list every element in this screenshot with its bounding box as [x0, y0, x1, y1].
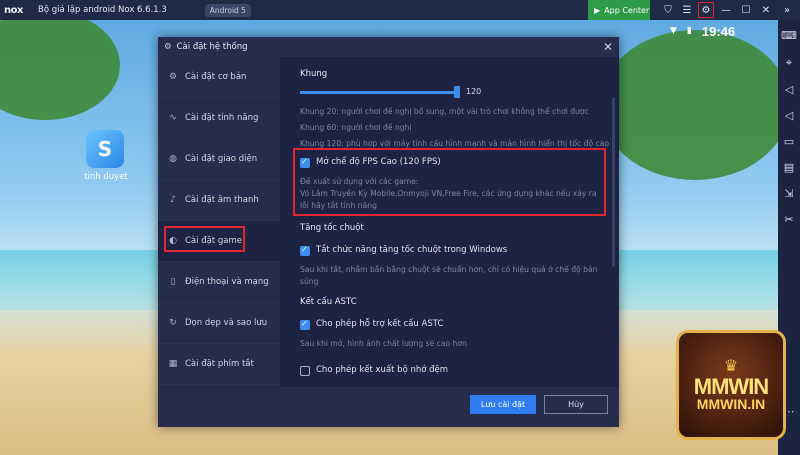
android-version-badge: Android 5 [204, 3, 251, 17]
nox-logo: nox [4, 4, 23, 16]
mouse-desc-1: Sau khi tắt, nhắm bắn bằng chuột sẽ chuẩ… [300, 265, 598, 274]
maximize-icon[interactable]: ☐ [738, 2, 754, 18]
minimize-icon[interactable]: — [718, 2, 734, 18]
astc-section-title: Kết cấu ASTC [300, 297, 357, 307]
cache-checkbox[interactable] [300, 366, 310, 376]
mmwin-logo: ♛ MMWIN MMWIN.IN [676, 330, 786, 440]
keyboard-icon: ▦ [168, 359, 178, 369]
astc-label: Cho phép hỗ trợ kết cấu ASTC [316, 319, 444, 329]
nav-item-5[interactable]: ◐ Cài đặt game [158, 221, 280, 262]
nav-item-label: Cài đặt giao diện [185, 154, 258, 164]
mouse-accel-label: Tắt chức năng tăng tốc chuột trong Windo… [316, 245, 508, 255]
astc-checkbox[interactable] [300, 319, 310, 330]
frame-slider-track[interactable] [300, 91, 455, 94]
frame-section-title: Khung [300, 69, 328, 79]
battery-icon: ▮ [686, 26, 692, 36]
nav-item-2[interactable]: ∿ Cài đặt tính năng [158, 98, 280, 139]
cache-label: Cho phép kết xuất bộ nhớ đệm [316, 365, 449, 375]
fps-desc-3: lỗi hãy tắt tính năng [300, 201, 377, 210]
nav-item-label: Cài đặt game [185, 236, 242, 246]
mmwin-logo-subtext: MMWIN.IN [696, 396, 766, 412]
nav-item-4[interactable]: ♪ Cài đặt âm thanh [158, 180, 280, 221]
nav-item-label: Cài đặt tính năng [185, 113, 259, 123]
play-icon: ▶ [594, 5, 601, 15]
status-clock: 19:46 [701, 23, 736, 39]
menu-icon[interactable]: ☰ [679, 2, 695, 18]
mouse-desc-2: súng [300, 277, 319, 286]
android-status-bar: ▼ ▮ 19:46 [670, 22, 735, 40]
frame-slider-thumb[interactable] [454, 86, 460, 98]
astc-desc: Sau khi mở, hình ảnh chất lượng sẽ cao h… [300, 339, 467, 348]
frame-desc-20: Khung 20: người chơi đề nghị bổ sung, mộ… [300, 107, 589, 116]
frame-desc-120: Khung 120: phù hợp với máy tính cấu hình… [300, 139, 610, 148]
nav-item-7[interactable]: ↻ Dọn dẹp và sao lưu [158, 303, 280, 344]
volume-up-icon[interactable]: ◁ [778, 78, 800, 100]
fps-checkbox[interactable] [300, 157, 310, 168]
dialog-header: ⚙ Cài đặt hệ thống ✕ [158, 37, 619, 58]
nav-item-3[interactable]: ◍ Cài đặt giao diện [158, 139, 280, 180]
dialog-close-icon[interactable]: ✕ [603, 40, 613, 54]
location-icon[interactable]: ⌖ [778, 52, 800, 74]
app-label: tinh duyet [84, 172, 128, 182]
screen-icon[interactable]: ▭ [778, 130, 800, 152]
cleanup-icon: ↻ [169, 318, 177, 328]
apk-install-icon[interactable]: ▤ [778, 156, 800, 178]
mouse-section-title: Tăng tốc chuột [300, 223, 364, 233]
keyboard-icon[interactable]: ⌨ [778, 24, 800, 46]
pulse-icon: ∿ [169, 113, 177, 123]
nav-item-label: Cài đặt phím tắt [185, 359, 254, 369]
scissors-icon[interactable]: ✂ [778, 208, 800, 230]
close-icon[interactable]: ✕ [758, 2, 774, 18]
palm-leaves-right [600, 30, 790, 180]
settings-icon: ⚙ [164, 42, 172, 52]
palette-icon: ◍ [169, 154, 177, 164]
speaker-icon: ♪ [170, 195, 176, 205]
fps-label: Mở chế độ FPS Cao (120 FPS) [316, 157, 441, 167]
app-center-button[interactable]: ▶ App Center [588, 0, 650, 20]
palm-leaves-left [0, 10, 120, 120]
save-settings-button[interactable]: Lưu cài đặt [470, 395, 536, 414]
phone-icon: ▯ [170, 277, 176, 287]
fps-desc-1: Đề xuất sử dụng với các game: [300, 177, 419, 186]
settings-gear-icon[interactable]: ⚙ [698, 2, 714, 18]
crown-icon: ♛ [723, 356, 739, 375]
nav-item-label: Cài đặt cơ bản [185, 72, 247, 82]
settings-dialog: ⚙ Cài đặt hệ thống ✕ ⚙ Cài đặt cơ bản ∿ Cài… [158, 37, 619, 427]
game-settings-panel: Khung 120 Khung 20: người chơi đề nghị b… [280, 57, 619, 387]
fps-desc-2: Võ Lâm Truyền Kỳ Mobile,Onmyoji VN,Free … [300, 189, 597, 198]
settings-nav: ⚙ Cài đặt cơ bản ∿ Cài đặt tính năng ◍ Cài đặ… [158, 57, 280, 387]
nav-item-8[interactable]: ▦ Cài đặt phím tắt [158, 344, 280, 385]
volume-down-icon[interactable]: ◁ [778, 104, 800, 126]
nav-item-label: Dọn dẹp và sao lưu [185, 318, 268, 328]
frame-slider-value: 120 [466, 87, 482, 96]
shirt-icon[interactable]: ⛉ [660, 2, 676, 18]
nav-item-1[interactable]: ⚙ Cài đặt cơ bản [158, 57, 280, 98]
cancel-button[interactable]: Hủy [544, 395, 608, 414]
mouse-accel-checkbox[interactable] [300, 245, 310, 256]
nav-item-label: Điện thoại và mạng [185, 277, 269, 287]
frame-desc-60: Khung 60: người chơi đề nghị [300, 123, 412, 132]
gear-icon: ⚙ [168, 72, 178, 82]
dialog-footer: Lưu cài đặt Hủy [158, 387, 619, 427]
wifi-icon: ▼ [670, 26, 677, 36]
game-icon: ◐ [169, 236, 177, 246]
window-title: Bộ giả lập android Nox 6.6.1.3 [38, 5, 167, 15]
emulator-titlebar: nox Bộ giả lập android Nox 6.6.1.3 Andro… [0, 0, 800, 20]
app-icon[interactable]: S [86, 130, 124, 168]
nav-item-6[interactable]: ▯ Điện thoại và mạng [158, 262, 280, 303]
dialog-title: Cài đặt hệ thống [176, 42, 248, 52]
collapse-icon[interactable]: » [779, 2, 795, 18]
shake-icon[interactable]: ⇲ [778, 182, 800, 204]
content-scrollbar[interactable] [612, 97, 615, 267]
app-center-label: App Center [604, 5, 650, 15]
nav-item-label: Cài đặt âm thanh [185, 195, 259, 205]
